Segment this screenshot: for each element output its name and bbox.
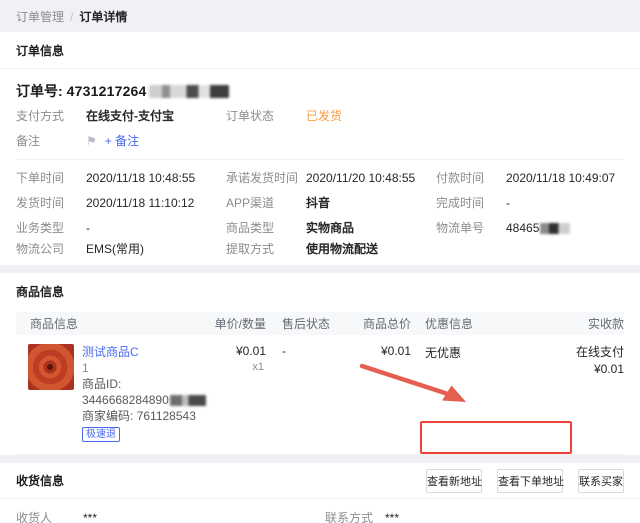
received-amount: ¥0.01 xyxy=(551,361,624,378)
field-label: 商品类型 xyxy=(226,219,306,236)
payment-status-row: 支付方式 在线支付-支付宝 订单状态 已发货 xyxy=(0,103,640,128)
field-label: 联系方式 xyxy=(325,509,385,523)
fast-refund-tag: 极速退 xyxy=(82,427,120,442)
order-times-row-1: 下单时间 2020/11/18 10:48:55 承诺发货时间 2020/11/… xyxy=(0,165,640,190)
col-unit-price-qty: 单价/数量 xyxy=(206,315,266,332)
shipping-header: 收货信息 查看新地址 查看下单地址 联系买家 xyxy=(0,463,640,499)
field-value: 2020/11/18 10:48:55 xyxy=(86,171,226,185)
field-value: 2020/11/18 11:10:12 xyxy=(86,196,226,210)
view-order-address-button[interactable]: 查看下单地址 xyxy=(497,469,563,493)
order-number-value: 4731217264 xyxy=(67,83,147,99)
discount-cell: 无优惠 xyxy=(411,344,551,442)
field-value: 2020/11/18 10:49:07 xyxy=(506,171,624,185)
field-label: 下单时间 xyxy=(16,169,86,186)
pay-method: 在线支付 xyxy=(551,344,624,361)
remark-row: 备注 ⚑ + 备注 xyxy=(0,128,640,153)
order-number-row: 订单号:4731217264 xyxy=(0,69,640,103)
tracking-number-redaction xyxy=(540,223,570,234)
product-section-title: 商品信息 xyxy=(0,273,640,309)
shipping-info-card: 收货信息 查看新地址 查看下单地址 联系买家 收货人 *** 联系方式 *** … xyxy=(0,463,640,523)
order-number-label: 订单号: xyxy=(16,83,63,99)
col-discount-info: 优惠信息 xyxy=(411,315,551,332)
order-info-card: 订单信息 订单号:4731217264 支付方式 在线支付-支付宝 订单状态 已… xyxy=(0,32,640,265)
field-label: 完成时间 xyxy=(436,194,506,211)
order-status-badge: 已发货 xyxy=(306,107,436,124)
col-received-amount: 实收款 xyxy=(551,315,624,332)
field-value: 实物商品 xyxy=(306,219,436,236)
field-value: 2020/11/20 10:48:55 xyxy=(306,171,436,185)
payment-method-label: 支付方式 xyxy=(16,107,86,124)
total-price-cell: ¥0.01 xyxy=(351,344,411,442)
payment-method-value: 在线支付-支付宝 xyxy=(86,107,226,124)
merchant-code-line: 商家编码: 761128543 xyxy=(82,408,206,424)
product-id-line: 商品ID: 3446668284890 xyxy=(82,376,206,408)
order-status-label: 订单状态 xyxy=(226,107,306,124)
field-value: - xyxy=(506,196,624,210)
contact-buyer-button[interactable]: 联系买家 xyxy=(578,469,624,493)
remark-label: 备注 xyxy=(16,132,86,149)
breadcrumb-separator: / xyxy=(70,10,73,24)
field-value: EMS(常用) xyxy=(86,240,226,257)
unit-price-qty-cell: ¥0.01 x1 xyxy=(206,344,266,442)
order-times-row-4: 物流公司 EMS(常用) 提取方式 使用物流配送 xyxy=(0,240,640,265)
field-value: *** xyxy=(385,511,624,523)
product-name-link[interactable]: 测试商品C xyxy=(82,345,206,360)
product-image[interactable] xyxy=(28,344,74,390)
order-times-row-2: 发货时间 2020/11/18 11:10:12 APP渠道 抖音 完成时间 - xyxy=(0,190,640,215)
shipping-section-title: 收货信息 xyxy=(16,472,64,489)
field-label: 业务类型 xyxy=(16,219,86,236)
shipping-actions: 查看新地址 查看下单地址 联系买家 xyxy=(411,469,624,493)
order-times-row-3: 业务类型 - 商品类型 实物商品 物流单号 48465 xyxy=(0,215,640,240)
breadcrumb-order-management[interactable]: 订单管理 xyxy=(16,10,64,24)
view-new-address-button[interactable]: 查看新地址 xyxy=(426,469,482,493)
order-info-title: 订单信息 xyxy=(0,32,640,69)
field-label: 物流单号 xyxy=(436,219,506,236)
product-cell: 测试商品C 1 商品ID: 3446668284890 商家编码: 761128… xyxy=(16,344,206,442)
received-amount-cell: 在线支付 ¥0.01 xyxy=(551,344,624,442)
field-label: 提取方式 xyxy=(226,240,306,257)
product-info-card: 商品信息 商品信息 单价/数量 售后状态 商品总价 优惠信息 实收款 测试商品C… xyxy=(0,273,640,455)
order-info-divider xyxy=(16,159,624,160)
product-row: 测试商品C 1 商品ID: 3446668284890 商家编码: 761128… xyxy=(16,335,624,455)
field-label: APP渠道 xyxy=(226,194,306,211)
product-table-header: 商品信息 单价/数量 售后状态 商品总价 优惠信息 实收款 xyxy=(16,312,624,335)
field-label: 发货时间 xyxy=(16,194,86,211)
breadcrumb: 订单管理 / 订单详情 xyxy=(0,0,640,32)
col-after-sale-status: 售后状态 xyxy=(266,315,351,332)
shipping-row-1: 收货人 *** 联系方式 *** xyxy=(0,505,640,523)
col-product-info: 商品信息 xyxy=(16,315,206,332)
order-number-redaction xyxy=(149,85,229,98)
field-value: 使用物流配送 xyxy=(306,240,436,257)
tracking-number-value: 48465 xyxy=(506,221,624,235)
field-label: 物流公司 xyxy=(16,240,86,257)
flag-icon[interactable]: ⚑ xyxy=(86,134,97,148)
field-label: 承诺发货时间 xyxy=(226,169,306,186)
unit-price: ¥0.01 xyxy=(206,344,266,358)
after-sale-status-cell: - xyxy=(266,344,351,442)
field-label: 付款时间 xyxy=(436,169,506,186)
field-value: - xyxy=(86,221,226,235)
col-total-price: 商品总价 xyxy=(351,315,411,332)
add-remark-link[interactable]: + 备注 xyxy=(105,134,139,148)
product-spec: 1 xyxy=(82,360,206,376)
field-label: 收货人 xyxy=(16,509,83,523)
product-id-redaction xyxy=(170,395,206,406)
field-value: *** xyxy=(83,511,325,523)
breadcrumb-order-detail: 订单详情 xyxy=(79,10,127,24)
quantity: x1 xyxy=(206,361,266,373)
field-value: 抖音 xyxy=(306,194,436,211)
